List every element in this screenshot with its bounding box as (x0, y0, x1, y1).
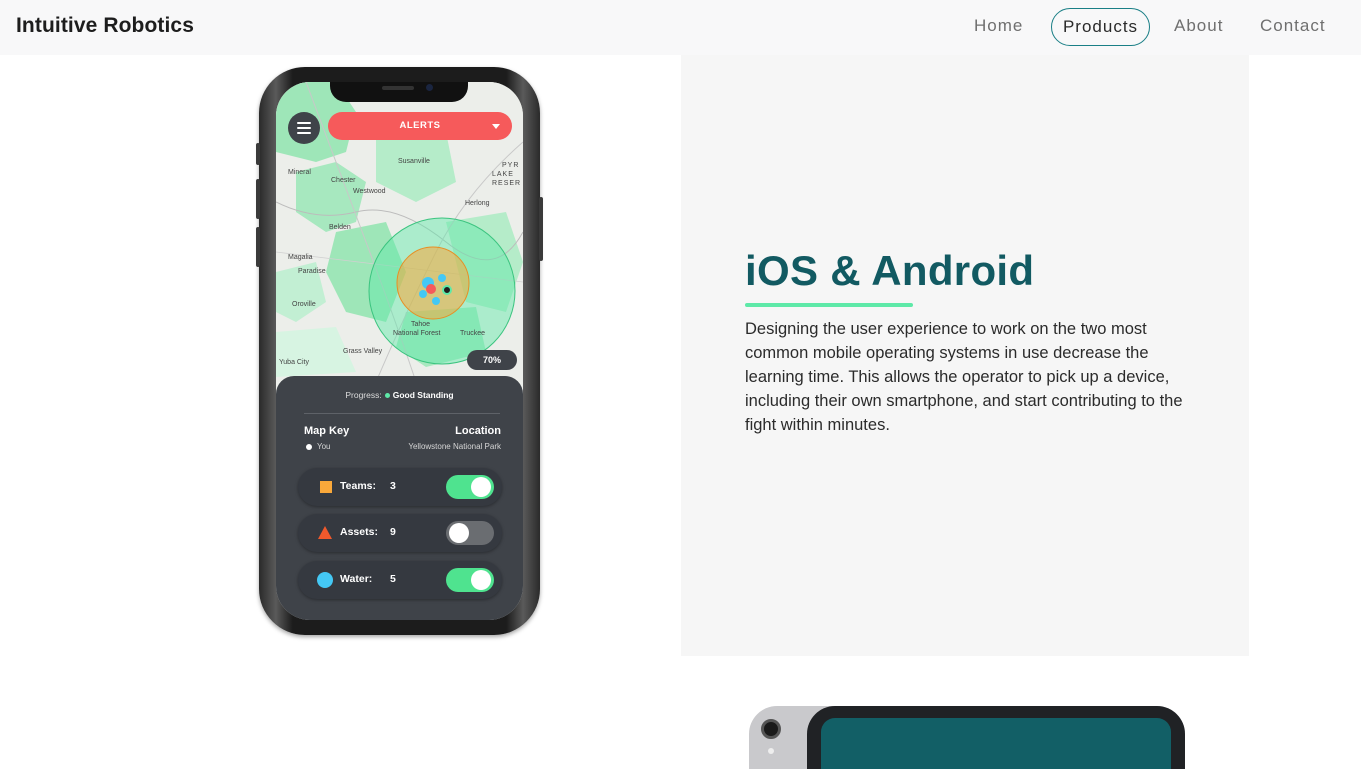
progress-status: Progress: Good Standing (276, 390, 523, 400)
tablet-front (807, 706, 1185, 769)
triangle-icon (318, 526, 332, 539)
title-underline (745, 303, 913, 307)
nav-contact[interactable]: Contact (1260, 16, 1326, 36)
key-label-water: Water: (340, 573, 373, 585)
map-view[interactable]: Mineral Chester Westwood Susanville PYR … (276, 82, 523, 383)
nav-home[interactable]: Home (974, 16, 1023, 36)
tablet-flash-icon (768, 748, 774, 754)
notch-camera (426, 84, 433, 91)
location-value: Yellowstone National Park (408, 442, 501, 451)
you-legend: You (306, 442, 331, 451)
alerts-label: ALERTS (399, 120, 441, 131)
map-label-lake: LAKE (492, 171, 514, 178)
map-label-magalia: Magalia (288, 254, 313, 261)
key-label-teams: Teams: (340, 480, 376, 492)
map-label-pyr: PYR (502, 162, 520, 169)
panel-divider (304, 413, 500, 414)
tablet-mockup (749, 706, 1185, 769)
toggle-teams[interactable] (446, 475, 494, 499)
phone-screen: Mineral Chester Westwood Susanville PYR … (276, 82, 523, 620)
map-label-truckee: Truckee (460, 330, 486, 337)
map-label-herlong: Herlong (465, 200, 490, 207)
location-label: Location (455, 425, 501, 437)
feature-title: iOS & Android (745, 247, 1035, 294)
map-label-chester: Chester (331, 177, 356, 184)
caret-down-icon (492, 124, 500, 129)
progress-label: Progress: (345, 390, 382, 400)
coverage-badge: 70% (467, 350, 517, 370)
brand-logo[interactable]: Intuitive Robotics (16, 14, 194, 38)
nav-products[interactable]: Products (1051, 8, 1150, 46)
toggle-knob (449, 523, 469, 543)
phone-mockup: Mineral Chester Westwood Susanville PYR … (256, 67, 543, 635)
hamburger-menu-icon[interactable] (288, 112, 320, 144)
key-count-assets: 9 (390, 526, 396, 538)
key-label-assets: Assets: (340, 526, 378, 538)
toggle-assets[interactable] (446, 521, 494, 545)
progress-value: Good Standing (392, 390, 454, 400)
circle-icon (317, 572, 333, 588)
phone-volume-up-button (256, 179, 260, 219)
square-icon (320, 481, 332, 493)
key-count-teams: 3 (390, 480, 396, 492)
key-row-assets: Assets: 9 (298, 514, 502, 552)
map-label-westwood: Westwood (353, 188, 386, 195)
notch-speaker (382, 86, 414, 90)
phone-power-button (539, 197, 543, 261)
map-label-national-forest: National Forest (393, 330, 441, 337)
toggle-knob (471, 477, 491, 497)
map-label-mineral: Mineral (288, 169, 311, 176)
map-label-grass-valley: Grass Valley (343, 348, 383, 355)
you-dot-icon (306, 443, 312, 450)
map-label-oroville: Oroville (292, 301, 316, 308)
nav-about[interactable]: About (1174, 16, 1223, 36)
phone-notch (330, 82, 468, 102)
feature-description: Designing the user experience to work on… (745, 320, 1183, 434)
tablet-screen (821, 718, 1171, 769)
tablet-sensors (967, 710, 1027, 723)
status-dot-icon (384, 393, 390, 399)
you-label: You (317, 442, 331, 451)
phone-mute-button (256, 143, 260, 165)
key-count-water: 5 (390, 573, 396, 585)
key-row-teams: Teams: 3 (298, 468, 502, 506)
map-label-reser: RESER (492, 180, 522, 187)
phone-volume-down-button (256, 227, 260, 267)
tablet-camera-icon (761, 719, 781, 739)
map-label-tahoe: Tahoe (411, 321, 431, 328)
map-key-label: Map Key (304, 425, 350, 437)
map-label-susanville: Susanville (398, 158, 430, 165)
toggle-water[interactable] (446, 568, 494, 592)
toggle-knob (471, 570, 491, 590)
navbar: Intuitive Robotics Home Products About C… (0, 0, 1361, 55)
map-label-belden: Belden (329, 224, 351, 231)
map-key-panel: Progress: Good Standing Map Key You Locat… (276, 376, 523, 620)
map-label-paradise: Paradise (298, 268, 326, 275)
map-label-yuba-city: Yuba City (279, 359, 309, 366)
key-row-water: Water: 5 (298, 561, 502, 599)
alerts-dropdown[interactable]: ALERTS (328, 112, 512, 140)
